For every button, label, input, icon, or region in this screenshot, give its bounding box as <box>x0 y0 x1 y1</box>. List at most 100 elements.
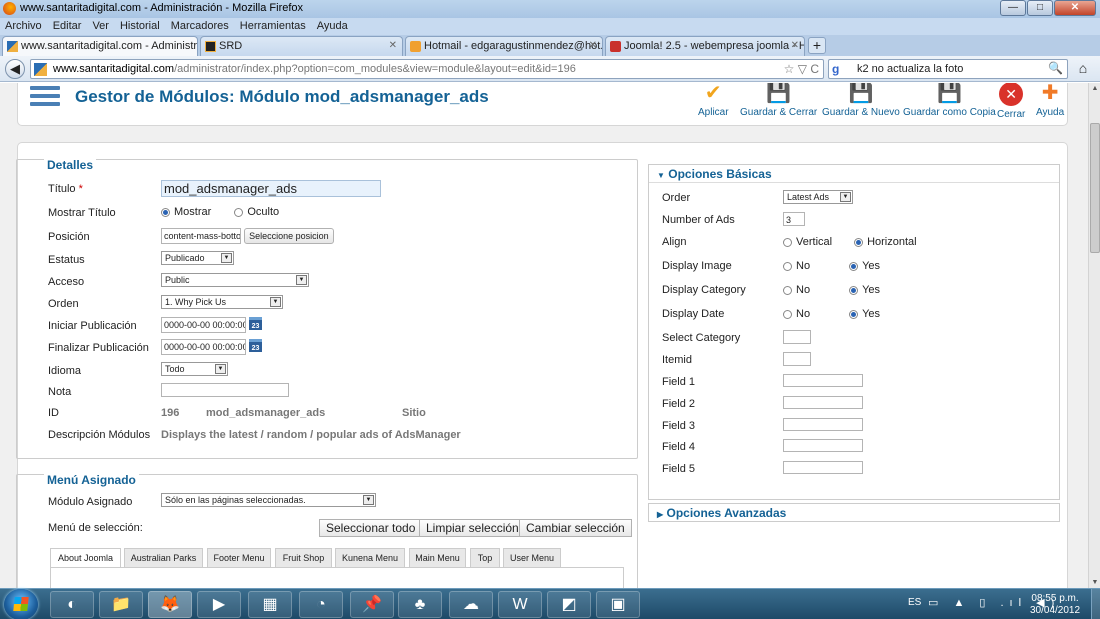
search-input[interactable]: k2 no actualiza la foto <box>857 63 963 75</box>
minimize-button[interactable]: — <box>1000 0 1026 16</box>
field1-input[interactable] <box>783 374 863 387</box>
scroll-up-icon[interactable]: ▲ <box>1090 85 1100 92</box>
url-bar[interactable]: www.santaritadigital.com/administrator/i… <box>30 59 824 79</box>
module-assignment-select[interactable]: Sólo en las páginas seleccionadas. ▼ <box>161 493 376 507</box>
title-input[interactable]: mod_adsmanager_ads <box>161 180 381 197</box>
calendar-icon[interactable]: 23 <box>249 339 262 352</box>
home-icon[interactable]: ⌂ <box>1073 60 1093 78</box>
tab-top[interactable]: Top <box>470 548 500 567</box>
page-scrollbar[interactable]: ▲ ▼ <box>1088 83 1100 588</box>
status-select[interactable]: Publicado ▼ <box>161 251 234 265</box>
field5-input[interactable] <box>783 461 863 474</box>
field4-row: Field 4 <box>662 439 1052 459</box>
system-clock[interactable]: 08:55 p.m. 30/04/2012 <box>1030 593 1080 617</box>
taskbar-pin-icon[interactable]: 📌 <box>350 591 394 618</box>
language-select[interactable]: Todo ▼ <box>161 362 228 376</box>
scroll-thumb[interactable] <box>1090 123 1100 253</box>
show-desktop-button[interactable] <box>1091 589 1100 619</box>
start-publish-input[interactable]: 0000-00-00 00:00:00 <box>161 317 246 333</box>
align-horizontal-radio[interactable] <box>854 237 864 247</box>
taskbar-app3-icon[interactable]: ◩ <box>547 591 591 618</box>
basic-options-header[interactable]: ▼ Opciones Básicas <box>649 165 1059 183</box>
tab-close-icon[interactable]: ✕ <box>791 40 799 51</box>
save-close-button[interactable]: 💾 Guardar & Cerrar <box>740 83 817 118</box>
tab-footer-menu[interactable]: Footer Menu <box>207 548 271 567</box>
taskbar-app4-icon[interactable]: ▣ <box>596 591 640 618</box>
browser-tab-srd[interactable]: SRD ✕ <box>200 36 403 56</box>
field4-input[interactable] <box>783 439 863 452</box>
menu-historial[interactable]: Historial <box>115 18 166 35</box>
help-button[interactable]: ✚ Ayuda <box>1036 83 1064 118</box>
taskbar-media-icon[interactable]: ▶ <box>197 591 241 618</box>
taskbar-firefox-icon[interactable]: 🦊 <box>148 591 192 618</box>
hide-title-radio[interactable] <box>234 207 244 217</box>
field2-input[interactable] <box>783 396 863 409</box>
save-new-button[interactable]: 💾 Guardar & Nuevo <box>822 83 900 118</box>
close-button[interactable]: ✕ Cerrar <box>997 83 1025 120</box>
maximize-button[interactable]: □ <box>1027 0 1053 16</box>
taskbar-word-icon[interactable]: W <box>498 591 542 618</box>
display-category-yes-radio[interactable] <box>849 285 859 295</box>
access-select[interactable]: Public ▼ <box>161 273 309 287</box>
tab-close-icon[interactable]: ✕ <box>589 40 597 51</box>
tab-about-joomla[interactable]: About Joomla <box>50 548 121 568</box>
display-image-no-radio[interactable] <box>783 261 792 271</box>
start-button[interactable] <box>4 589 38 619</box>
google-icon[interactable]: g <box>832 62 846 76</box>
browser-tab-admin[interactable]: www.santaritadigital.com - Administr... <box>2 36 198 56</box>
tab-close-icon[interactable]: ✕ <box>389 40 397 51</box>
menu-archivo[interactable]: Archivo <box>0 18 48 35</box>
select-position-button[interactable]: Seleccione posicion <box>244 228 334 244</box>
tab-fruit-shop[interactable]: Fruit Shop <box>275 548 332 567</box>
tab-australian-parks[interactable]: Australian Parks <box>124 548 203 567</box>
tab-main-menu[interactable]: Main Menu <box>409 548 466 567</box>
advanced-options-header[interactable]: ▶ Opciones Avanzadas <box>648 503 1060 522</box>
menu-editar[interactable]: Editar <box>48 18 88 35</box>
menu-herramientas[interactable]: Herramientas <box>235 18 312 35</box>
menu-ver[interactable]: Ver <box>87 18 115 35</box>
taskbar-app-icon[interactable]: ▦ <box>248 591 292 618</box>
tab-user-menu[interactable]: User Menu <box>503 548 561 567</box>
browser-tab-joomla[interactable]: Joomla! 2.5 - webempresa joomla - H... ✕ <box>605 36 805 56</box>
taskbar-ie-icon[interactable]: ◐ <box>50 591 94 618</box>
language-indicator[interactable]: ES <box>908 597 921 608</box>
order-option-select[interactable]: Latest Ads ▼ <box>783 190 853 204</box>
tab-kunena-menu[interactable]: Kunena Menu <box>335 548 405 567</box>
menu-ayuda[interactable]: Ayuda <box>312 18 354 35</box>
menu-marcadores[interactable]: Marcadores <box>166 18 235 35</box>
select-all-button[interactable]: Seleccionar todo <box>319 519 423 537</box>
search-icon[interactable]: 🔍 <box>1048 61 1063 75</box>
select-category-input[interactable] <box>783 330 811 344</box>
save-copy-button[interactable]: 💾 Guardar como Copia <box>903 83 996 118</box>
display-image-yes-radio[interactable] <box>849 261 859 271</box>
url-buttons[interactable]: ☆ ▽ C <box>784 62 819 76</box>
yes-label: Yes <box>862 284 881 296</box>
note-input[interactable] <box>161 383 289 397</box>
finish-publish-input[interactable]: 0000-00-00 00:00:00 <box>161 339 246 355</box>
field3-input[interactable] <box>783 418 863 431</box>
position-input[interactable]: content-mass-bottom <box>161 228 241 244</box>
new-tab-button[interactable]: + <box>808 37 826 54</box>
calendar-icon[interactable]: 23 <box>249 317 262 330</box>
site-identity-icon[interactable] <box>34 63 47 76</box>
apply-button[interactable]: ✔ Aplicar <box>698 83 729 118</box>
taskbar-app2-icon[interactable]: ♣ <box>398 591 442 618</box>
display-date-no-radio[interactable] <box>783 309 792 319</box>
search-bar[interactable]: g k2 no actualiza la foto 🔍 <box>828 59 1068 79</box>
taskbar-explorer-icon[interactable]: 📁 <box>99 591 143 618</box>
itemid-input[interactable] <box>783 352 811 366</box>
display-date-yes-radio[interactable] <box>849 309 859 319</box>
scroll-down-icon[interactable]: ▼ <box>1090 579 1100 586</box>
order-select[interactable]: 1. Why Pick Us ▼ <box>161 295 283 309</box>
display-category-no-radio[interactable] <box>783 285 792 295</box>
close-window-button[interactable]: ✕ <box>1054 0 1096 16</box>
toggle-selection-button[interactable]: Cambiar selección <box>519 519 632 537</box>
back-button[interactable]: ◀ <box>5 59 25 79</box>
clear-selection-button[interactable]: Limpiar selección <box>419 519 526 537</box>
browser-tab-hotmail[interactable]: Hotmail - edgaragustinmendez@hot... ✕ <box>405 36 603 56</box>
show-title-radio[interactable] <box>161 207 170 217</box>
number-ads-input[interactable]: 3 <box>783 212 805 226</box>
taskbar-weather-icon[interactable]: ☁ <box>449 591 493 618</box>
align-vertical-radio[interactable] <box>783 237 792 247</box>
taskbar-clock-icon[interactable]: ◔ <box>299 591 343 618</box>
